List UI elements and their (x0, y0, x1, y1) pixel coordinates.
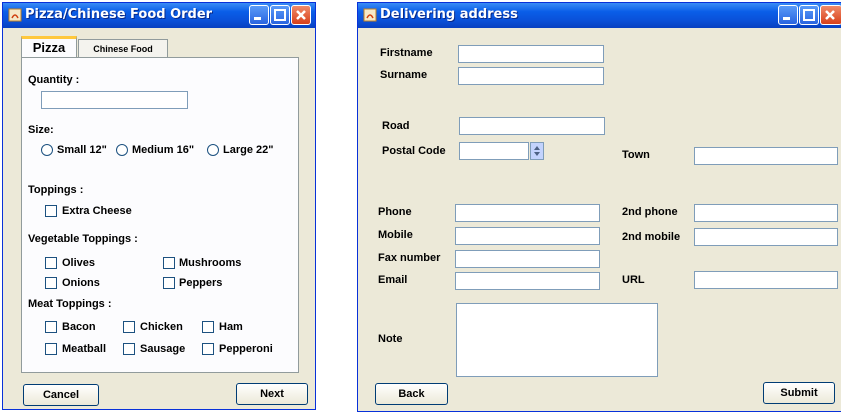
size-medium-label: Medium 16" (132, 144, 195, 156)
surname-label: Surname (380, 69, 428, 81)
peppers-checkbox[interactable] (163, 277, 175, 289)
surname-input[interactable] (458, 67, 604, 85)
sausage-label: Sausage (140, 343, 186, 355)
extra-cheese-checkbox[interactable] (45, 205, 57, 217)
peppers-label: Peppers (179, 277, 223, 289)
size-small-label: Small 12" (57, 144, 107, 156)
fax-number-label: Fax number (378, 252, 441, 264)
sausage-checkbox[interactable] (123, 343, 135, 355)
minimize-icon[interactable] (778, 5, 798, 25)
second-mobile-input[interactable] (694, 228, 838, 246)
meatball-label: Meatball (62, 343, 107, 355)
second-phone-label: 2nd phone (622, 206, 678, 218)
vegetable-toppings-label: Vegetable Toppings : (28, 233, 138, 245)
mobile-label: Mobile (378, 229, 413, 241)
note-textarea[interactable] (456, 303, 658, 377)
size-label: Size: (28, 124, 54, 136)
bacon-checkbox[interactable] (45, 321, 57, 333)
toppings-label: Toppings : (28, 184, 84, 196)
onions-label: Onions (62, 277, 100, 289)
close-icon[interactable] (820, 5, 841, 25)
maximize-icon[interactable] (270, 5, 290, 25)
road-label: Road (382, 120, 410, 132)
second-phone-input[interactable] (694, 204, 838, 222)
tab-chinese-food-label: Chinese Food (93, 44, 153, 54)
note-label: Note (378, 333, 403, 345)
road-input[interactable] (459, 117, 605, 135)
phone-label: Phone (378, 206, 412, 218)
tab-pizza[interactable]: Pizza (21, 36, 77, 58)
size-small-radio[interactable] (41, 144, 53, 156)
java-icon (363, 8, 377, 22)
town-label: Town (622, 149, 650, 161)
window-title: Pizza/Chinese Food Order (25, 7, 213, 22)
url-input[interactable] (694, 271, 838, 289)
email-input[interactable] (455, 272, 600, 290)
extra-cheese-label: Extra Cheese (62, 205, 132, 217)
chicken-label: Chicken (140, 321, 183, 333)
size-large-label: Large 22" (223, 144, 274, 156)
title-bar[interactable]: Delivering address (358, 3, 841, 28)
close-icon[interactable] (291, 5, 311, 25)
meat-toppings-label: Meat Toppings : (28, 298, 112, 310)
meatball-checkbox[interactable] (45, 343, 57, 355)
back-button[interactable]: Back (375, 383, 448, 405)
postal-code-input[interactable] (459, 142, 529, 160)
pepperoni-checkbox[interactable] (202, 343, 214, 355)
olives-label: Olives (62, 257, 96, 269)
chicken-checkbox[interactable] (123, 321, 135, 333)
title-bar[interactable]: Pizza/Chinese Food Order (3, 3, 315, 28)
town-input[interactable] (694, 147, 838, 165)
minimize-icon[interactable] (249, 5, 269, 25)
ham-label: Ham (219, 321, 243, 333)
next-button[interactable]: Next (236, 383, 308, 405)
tab-pizza-label: Pizza (32, 40, 66, 55)
size-large-radio[interactable] (207, 144, 219, 156)
size-medium-radio[interactable] (116, 144, 128, 156)
quantity-input[interactable] (41, 91, 188, 109)
olives-checkbox[interactable] (45, 257, 57, 269)
second-mobile-label: 2nd mobile (622, 231, 681, 243)
postal-code-spinner[interactable] (530, 142, 544, 160)
firstname-label: Firstname (380, 47, 433, 59)
delivering-address-window: Delivering address Firstname Surname Roa… (357, 2, 841, 412)
maximize-icon[interactable] (799, 5, 819, 25)
quantity-label: Quantity : (28, 74, 80, 86)
bacon-label: Bacon (62, 321, 96, 333)
phone-input[interactable] (455, 204, 600, 222)
tab-chinese-food[interactable]: Chinese Food (78, 39, 168, 58)
mobile-input[interactable] (455, 227, 600, 245)
ham-checkbox[interactable] (202, 321, 214, 333)
pizza-order-window: Pizza/Chinese Food Order Pizza Chinese F… (2, 2, 316, 410)
java-icon (8, 8, 22, 22)
cancel-button[interactable]: Cancel (23, 384, 99, 406)
fax-number-input[interactable] (455, 250, 600, 268)
postal-code-label: Postal Code (382, 145, 446, 157)
window-title: Delivering address (380, 7, 518, 22)
mushrooms-label: Mushrooms (179, 257, 242, 269)
submit-button[interactable]: Submit (763, 382, 835, 404)
email-label: Email (378, 274, 408, 286)
url-label: URL (622, 274, 645, 286)
onions-checkbox[interactable] (45, 277, 57, 289)
mushrooms-checkbox[interactable] (163, 257, 175, 269)
pepperoni-label: Pepperoni (219, 343, 273, 355)
firstname-input[interactable] (458, 45, 604, 63)
